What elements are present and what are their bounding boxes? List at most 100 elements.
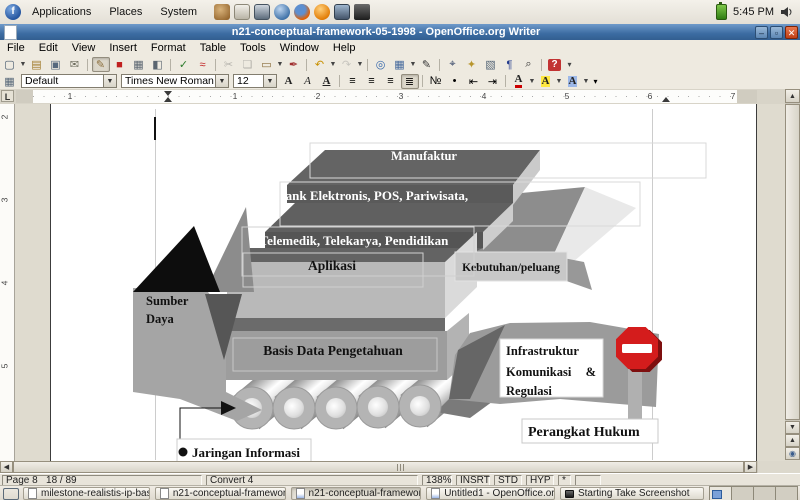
battery-icon[interactable] [716, 4, 727, 20]
italic-button[interactable]: A [299, 74, 317, 89]
workspace-3[interactable] [754, 487, 776, 500]
redo-dropdown-icon[interactable]: ▼ [356, 57, 364, 72]
menu-window[interactable]: Window [273, 40, 326, 56]
new-document-button[interactable]: ▢ [1, 57, 19, 72]
workspace-switcher[interactable] [709, 486, 798, 500]
status-insert-mode[interactable]: INSRT [456, 475, 490, 486]
maximize-button[interactable]: ▫ [770, 26, 783, 39]
screenshot-tool-launcher-icon[interactable] [254, 4, 270, 20]
help-launcher-icon[interactable] [274, 4, 290, 20]
edit-file-button[interactable]: ✎ [92, 57, 110, 72]
font-name-combo[interactable]: Times New Roman ▼ [121, 74, 229, 88]
character-background-dropdown-icon[interactable]: ▼ [582, 74, 590, 89]
chevron-down-icon[interactable]: ▼ [103, 75, 116, 87]
align-justified-button[interactable]: ≣ [401, 74, 419, 89]
taskbar-window-1[interactable]: milestone-realistis-ip-base... [23, 487, 150, 500]
chevron-down-icon[interactable]: ▼ [263, 75, 276, 87]
vertical-scrollbar[interactable]: ▲ ▼ ▲ ◉ [785, 89, 800, 460]
vertical-scrollbar-thumb[interactable] [785, 104, 800, 420]
volume-icon[interactable] [780, 6, 794, 18]
menu-edit[interactable]: Edit [32, 40, 65, 56]
email-launcher-icon[interactable] [234, 4, 250, 20]
open-button[interactable]: ▤ [28, 57, 46, 72]
horizontal-scrollbar-thumb[interactable] [13, 461, 744, 473]
menu-insert[interactable]: Insert [102, 40, 144, 56]
status-page-style[interactable]: Convert 4 [206, 475, 418, 486]
right-indent-marker[interactable] [662, 97, 670, 102]
status-selection-mode[interactable]: STD [494, 475, 522, 486]
paragraph-style-combo[interactable]: Default ▼ [21, 74, 117, 88]
workspace-2[interactable] [732, 487, 754, 500]
menu-file[interactable]: File [0, 40, 32, 56]
terminal-launcher-icon[interactable] [334, 4, 350, 20]
font-color-dropdown-icon[interactable]: ▼ [528, 74, 536, 89]
highlighting-dropdown-icon[interactable]: ▼ [555, 74, 563, 89]
horizontal-ruler[interactable]: 11234567 [16, 90, 757, 103]
indent-marker-top[interactable] [164, 91, 172, 96]
find-replace-button[interactable]: ⌖ [444, 57, 462, 72]
font-size-combo[interactable]: 12 ▼ [233, 74, 277, 88]
bullet-list-button[interactable]: • [446, 74, 464, 89]
vertical-ruler[interactable]: 2345 [0, 104, 15, 461]
menu-tools[interactable]: Tools [233, 40, 273, 56]
workspace-4[interactable] [776, 487, 797, 500]
spellcheck-button[interactable]: ✓ [175, 57, 193, 72]
align-right-button[interactable]: ≡ [382, 74, 400, 89]
navigation-button[interactable]: ◉ [785, 447, 800, 460]
align-center-button[interactable]: ≡ [363, 74, 381, 89]
auto-spellcheck-button[interactable]: ≈ [194, 57, 212, 72]
page-preview-button[interactable]: ◧ [149, 57, 167, 72]
taskbar-window-5[interactable]: Starting Take Screenshot [560, 487, 704, 500]
taskbar-window-3[interactable]: n21-conceptual-framewor... [291, 487, 422, 500]
numbered-list-button[interactable]: № [427, 74, 445, 89]
window-titlebar[interactable]: n21-conceptual-framework-05-1998 - OpenO… [0, 24, 800, 40]
styles-window-button[interactable]: ▦ [2, 74, 17, 89]
format-paintbrush-button[interactable]: ✒ [285, 57, 303, 72]
paste-dropdown-icon[interactable]: ▼ [276, 57, 284, 72]
menu-table[interactable]: Table [193, 40, 233, 56]
chevron-down-icon[interactable]: ▼ [215, 75, 228, 87]
close-button[interactable]: ✕ [785, 26, 798, 39]
scroll-left-icon[interactable]: ◀ [0, 461, 13, 473]
hyperlink-button[interactable]: ◎ [372, 57, 390, 72]
bold-button[interactable]: A [280, 74, 298, 89]
toolbar-options-button[interactable]: ▾ [591, 74, 601, 89]
draw-functions-button[interactable]: ✎ [418, 57, 436, 72]
font-color-button[interactable]: A [510, 74, 528, 89]
show-desktop-icon[interactable] [3, 488, 19, 500]
align-left-button[interactable]: ≡ [344, 74, 362, 89]
toolbar-options-button[interactable]: ▾ [565, 57, 575, 72]
nonprinting-characters-button[interactable]: ¶ [501, 57, 519, 72]
zoom-button[interactable]: ⌕ [520, 57, 538, 72]
panel-menu-applications[interactable]: Applications [23, 0, 100, 24]
wine-launcher-icon[interactable] [214, 4, 230, 20]
tab-stop-selector[interactable]: L [1, 90, 14, 102]
scroll-up-icon[interactable]: ▲ [785, 89, 800, 103]
help-button[interactable]: ? [546, 57, 564, 72]
navigator-button[interactable]: ✦ [463, 57, 481, 72]
status-hyperlink-mode[interactable]: HYP [526, 475, 554, 486]
cut-button[interactable]: ✂ [220, 57, 238, 72]
firefox-launcher-icon[interactable] [294, 4, 310, 20]
decrease-indent-button[interactable]: ⇤ [465, 74, 483, 89]
indent-marker-bottom[interactable] [164, 97, 172, 102]
panel-menu-places[interactable]: Places [100, 0, 151, 24]
character-background-button[interactable]: A [564, 74, 582, 89]
insert-table-dropdown-icon[interactable]: ▼ [409, 57, 417, 72]
taskbar-window-4[interactable]: Untitled1 - OpenOffice.org ... [426, 487, 555, 500]
minimize-button[interactable]: – [755, 26, 768, 39]
save-button[interactable]: ▣ [47, 57, 65, 72]
status-page[interactable]: Page 8 18 / 89 [2, 475, 202, 486]
scroll-right-icon[interactable]: ▶ [744, 461, 757, 473]
menu-view[interactable]: View [65, 40, 103, 56]
undo-dropdown-icon[interactable]: ▼ [329, 57, 337, 72]
email-document-button[interactable]: ✉ [66, 57, 84, 72]
gallery-button[interactable]: ▧ [482, 57, 500, 72]
copy-button[interactable]: ❏ [239, 57, 257, 72]
menu-format[interactable]: Format [144, 40, 193, 56]
undo-button[interactable]: ↶ [311, 57, 329, 72]
distro-menu-icon[interactable]: f [5, 4, 21, 20]
clock[interactable]: 5:45 PM [733, 6, 774, 18]
export-pdf-button[interactable]: ■ [111, 57, 129, 72]
camera-launcher-icon[interactable] [354, 4, 370, 20]
